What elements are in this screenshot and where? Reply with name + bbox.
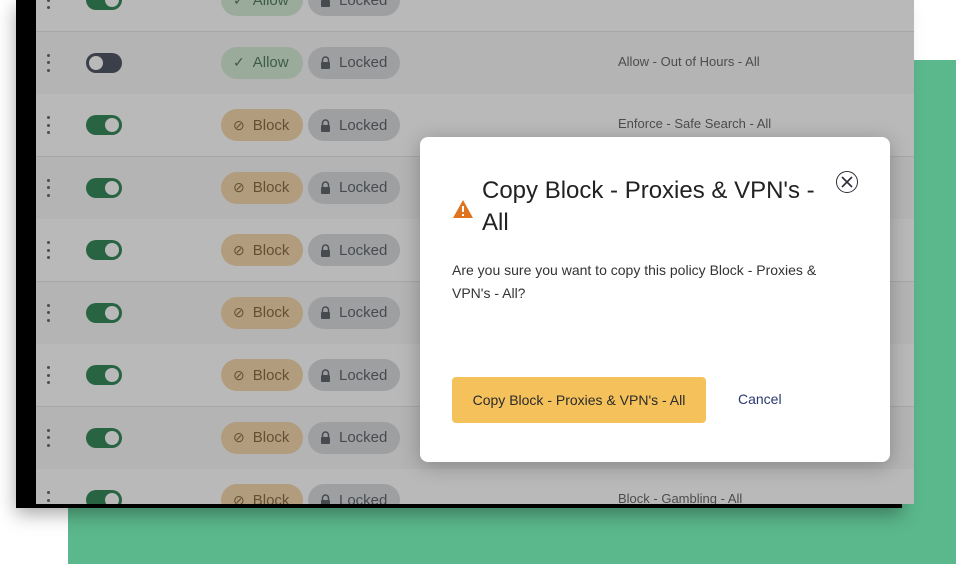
dialog-message: Are you sure you want to copy this polic… xyxy=(452,262,817,301)
close-dialog-button[interactable] xyxy=(836,171,858,193)
policy-list-screen: ✓AllowLocked✓AllowLockedAllow - Out of H… xyxy=(36,0,914,504)
dialog-title: Copy Block - Proxies & VPN's - All xyxy=(482,177,815,236)
copy-policy-dialog: Copy Block - Proxies & VPN's - All Are y… xyxy=(420,137,890,462)
warning-triangle-icon xyxy=(453,200,473,218)
confirm-copy-button[interactable]: Copy Block - Proxies & VPN's - All xyxy=(452,377,706,423)
screenshot-frame: ✓AllowLocked✓AllowLockedAllow - Out of H… xyxy=(16,0,914,508)
cancel-button[interactable]: Cancel xyxy=(738,391,782,407)
close-icon xyxy=(841,176,853,188)
